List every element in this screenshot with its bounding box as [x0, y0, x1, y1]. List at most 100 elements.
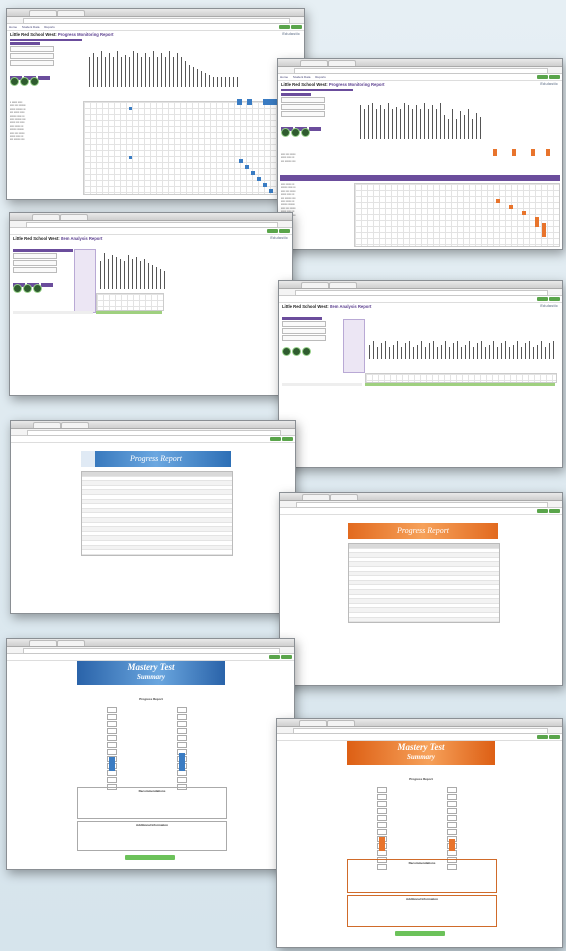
- window-titlebar[interactable]: [279, 281, 562, 296]
- filter-panel[interactable]: [282, 317, 326, 361]
- window-item-analysis-2[interactable]: Little Red School West: Item Analysis Re…: [278, 280, 563, 468]
- item-header-column: [74, 249, 96, 313]
- level-fill-left: [109, 757, 115, 771]
- green-action-button[interactable]: [267, 229, 278, 233]
- green-action-button[interactable]: [549, 75, 560, 79]
- progress-mark: [496, 199, 500, 203]
- progress-mark: [239, 159, 243, 163]
- page-title: Little Red School West: Progress Monitor…: [281, 82, 385, 87]
- item-grid: [365, 373, 557, 383]
- window-titlebar[interactable]: [7, 9, 304, 24]
- green-action-button[interactable]: [269, 655, 280, 659]
- submit-button[interactable]: [125, 855, 175, 860]
- app-nav: [280, 508, 562, 515]
- window-progress-report-orange[interactable]: Progress Report: [279, 492, 563, 686]
- progress-mark: [263, 183, 267, 187]
- window-titlebar[interactable]: [10, 213, 292, 228]
- submit-button[interactable]: [395, 931, 445, 936]
- report-table: [348, 543, 500, 624]
- green-action-button[interactable]: [549, 297, 560, 301]
- banner-title: Mastery Test: [397, 742, 445, 752]
- report-banner: Progress Report: [81, 451, 231, 467]
- student-list: ▪ ▪▪▪▪▪ ▪▪▪▪ ▪▪▪▪ ▪▪▪ ▪▪▪▪▪▪ ▪▪▪▪▪ ▪▪▪▪▪▪ …: [10, 100, 26, 142]
- recommendations-box: Recommendations: [347, 859, 497, 893]
- green-action-button[interactable]: [537, 297, 548, 301]
- green-action-button[interactable]: [291, 25, 302, 29]
- window-mastery-summary-orange[interactable]: Mastery Test Summary Progress Report Rec…: [276, 718, 563, 948]
- edulastic-logo: Edulastic: [540, 303, 558, 308]
- green-action-button[interactable]: [537, 735, 548, 739]
- column-header-labels: [89, 51, 241, 99]
- address-bar[interactable]: [7, 17, 304, 24]
- banner-subtitle: Summary: [136, 673, 165, 681]
- address-bar[interactable]: [11, 429, 295, 436]
- progress-grid: [354, 183, 560, 247]
- nav-reports[interactable]: Reports: [315, 75, 326, 79]
- app-nav: [7, 654, 294, 661]
- section-title-progress: Progress Report: [409, 777, 433, 781]
- progress-mark: [257, 177, 261, 181]
- progress-mark: [269, 189, 273, 193]
- green-action-button[interactable]: [549, 509, 560, 513]
- page-title: Little Red School West: Item Analysis Re…: [282, 304, 372, 309]
- window-progress-monitoring-1[interactable]: Home Student Data Reports Little Red Sch…: [6, 8, 305, 200]
- address-bar[interactable]: [279, 289, 562, 296]
- level-fill-right: [179, 753, 185, 771]
- level-stack-right: [177, 707, 187, 791]
- window-titlebar[interactable]: [7, 639, 294, 654]
- address-bar[interactable]: [280, 501, 562, 508]
- window-titlebar[interactable]: [278, 59, 562, 74]
- filter-panel[interactable]: [10, 42, 54, 91]
- nav-home[interactable]: Home: [280, 75, 288, 79]
- address-bar[interactable]: [278, 67, 562, 74]
- mastery-banner: Mastery Test Summary: [77, 661, 225, 685]
- green-action-button[interactable]: [279, 229, 290, 233]
- nav-reports[interactable]: Reports: [44, 25, 55, 29]
- nav-student-data[interactable]: Student Data: [22, 25, 40, 29]
- nav-home[interactable]: Home: [9, 25, 17, 29]
- progress-mark: [509, 205, 513, 209]
- filter-panel[interactable]: [281, 93, 325, 142]
- report-logo: [81, 451, 95, 467]
- window-mastery-summary-blue[interactable]: Mastery Test Summary Progress Report Rec…: [6, 638, 295, 870]
- progress-mark: [542, 223, 546, 237]
- edulastic-logo: Edulastic: [282, 31, 300, 36]
- green-action-button[interactable]: [270, 437, 281, 441]
- window-titlebar[interactable]: [280, 493, 562, 508]
- progress-mark: [512, 149, 516, 156]
- nav-student-data[interactable]: Student Data: [293, 75, 311, 79]
- address-bar[interactable]: [10, 221, 292, 228]
- window-titlebar[interactable]: [11, 421, 295, 436]
- window-progress-report-blue[interactable]: Progress Report: [10, 420, 296, 614]
- green-action-button[interactable]: [549, 735, 560, 739]
- green-action-button[interactable]: [281, 655, 292, 659]
- progress-mark: [245, 165, 249, 169]
- banner-title: Mastery Test: [127, 662, 175, 672]
- filter-panel[interactable]: [13, 249, 73, 298]
- additional-info-box: Additional Information: [347, 895, 497, 927]
- window-item-analysis-1[interactable]: Little Red School West: Item Analysis Re…: [9, 212, 293, 396]
- green-action-button[interactable]: [537, 75, 548, 79]
- item-column-labels: [100, 253, 168, 293]
- report-banner: Progress Report: [348, 523, 498, 539]
- green-action-button[interactable]: [537, 509, 548, 513]
- green-action-button[interactable]: [279, 25, 290, 29]
- app-nav: [11, 436, 295, 443]
- section-title-progress: Progress Report: [139, 697, 163, 701]
- progress-mark: [237, 99, 242, 105]
- selected-student-row[interactable]: [280, 175, 560, 181]
- progress-mark: [546, 149, 550, 156]
- page-title: Little Red School West: Item Analysis Re…: [13, 236, 103, 241]
- address-bar[interactable]: [277, 727, 562, 734]
- window-titlebar[interactable]: [277, 719, 562, 734]
- window-progress-monitoring-2[interactable]: Home Student Data Reports Little Red Sch…: [277, 58, 563, 250]
- item-column-labels: [369, 341, 557, 371]
- app-nav: Home Student Data Reports: [7, 24, 304, 31]
- student-list: ▪▪▪▪ ▪▪▪ ▪▪▪▪▪ ▪▪▪▪▪ ▪▪▪▪ ▪▪ ▪▪▪ ▪▪▪▪▪▪ ▪▪…: [281, 152, 296, 163]
- item-score-row: [365, 383, 555, 386]
- green-action-button[interactable]: [282, 437, 293, 441]
- address-bar[interactable]: [7, 647, 294, 654]
- progress-mark: [247, 99, 252, 105]
- progress-mark: [535, 217, 539, 227]
- progress-mark: [531, 149, 535, 156]
